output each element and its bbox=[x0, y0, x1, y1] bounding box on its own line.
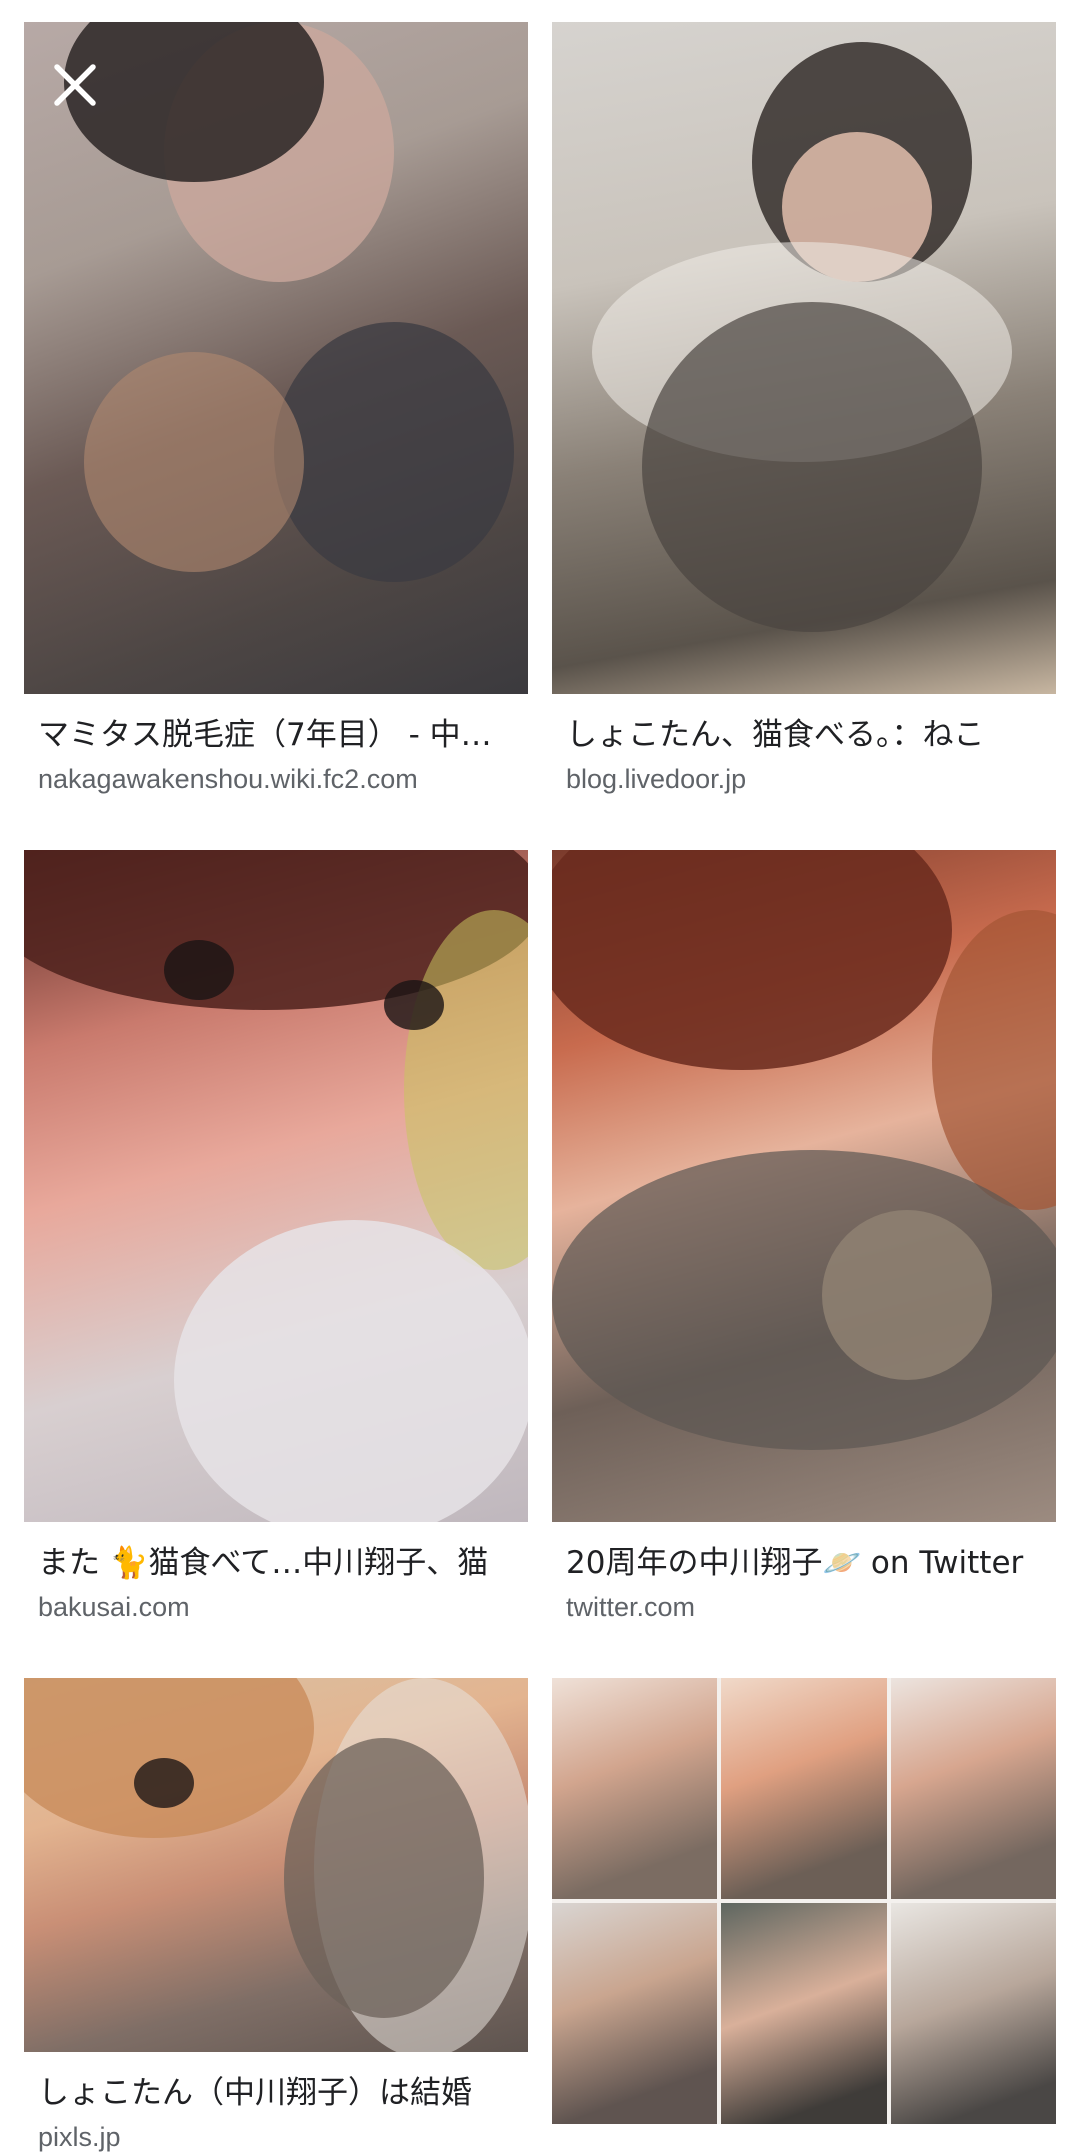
result-photo bbox=[552, 1678, 1056, 2124]
close-icon bbox=[54, 64, 96, 106]
result-thumbnail[interactable] bbox=[552, 850, 1056, 1522]
result-source[interactable]: blog.livedoor.jp bbox=[552, 760, 1056, 798]
image-result-card[interactable] bbox=[552, 1678, 1056, 2148]
result-photo bbox=[24, 22, 528, 694]
result-source[interactable]: bakusai.com bbox=[24, 1588, 528, 1626]
result-thumbnail[interactable] bbox=[24, 1678, 528, 2052]
result-source[interactable]: twitter.com bbox=[552, 1588, 1056, 1626]
result-title[interactable]: しょこたん、猫食べる。：ねこ bbox=[552, 714, 1056, 756]
result-title[interactable]: しょこたん（中川翔子）は結婚 bbox=[24, 2072, 528, 2114]
result-photo bbox=[24, 1678, 528, 2052]
image-results-grid: マミタス脱毛症（7年目） - 中川翔子 nakagawakenshou.wiki… bbox=[0, 0, 1080, 2152]
result-title[interactable]: 20周年の中川翔子🪐 on Twitter bbox=[552, 1542, 1056, 1584]
result-photo bbox=[552, 22, 1056, 694]
image-result-card[interactable]: また 🐈猫食べて…中川翔子、猫 bakusai.com bbox=[24, 850, 528, 1626]
result-title[interactable]: また 🐈猫食べて…中川翔子、猫 bbox=[24, 1542, 528, 1584]
result-title[interactable]: マミタス脱毛症（7年目） - 中川翔子 bbox=[24, 714, 528, 756]
image-result-card[interactable]: しょこたん、猫食べる。：ねこ blog.livedoor.jp bbox=[552, 22, 1056, 798]
result-source[interactable]: nakagawakenshou.wiki.fc2.com bbox=[24, 760, 528, 798]
image-result-card[interactable]: 20周年の中川翔子🪐 on Twitter twitter.com bbox=[552, 850, 1056, 1626]
image-result-card[interactable]: しょこたん（中川翔子）は結婚 pixls.jp bbox=[24, 1678, 528, 2156]
image-result-card[interactable]: マミタス脱毛症（7年目） - 中川翔子 nakagawakenshou.wiki… bbox=[24, 22, 528, 798]
result-thumbnail[interactable] bbox=[552, 22, 1056, 694]
close-button[interactable] bbox=[40, 50, 110, 120]
result-photo bbox=[24, 850, 528, 1522]
result-thumbnail[interactable] bbox=[24, 850, 528, 1522]
result-thumbnail[interactable] bbox=[552, 1678, 1056, 2124]
result-source[interactable]: pixls.jp bbox=[24, 2118, 528, 2156]
result-photo bbox=[552, 850, 1056, 1522]
result-thumbnail[interactable] bbox=[24, 22, 528, 694]
